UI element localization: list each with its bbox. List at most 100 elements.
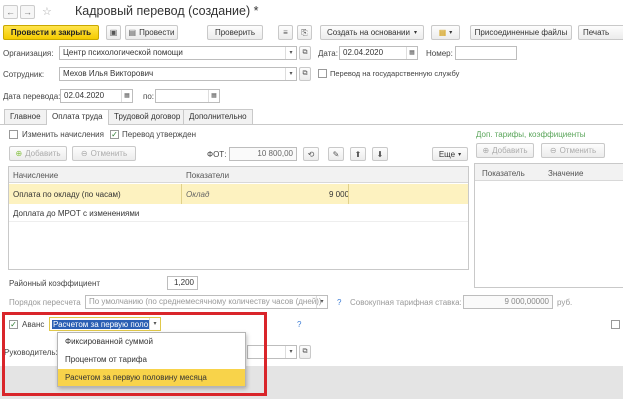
attached-files-button[interactable]: Присоединенные файлы xyxy=(470,25,572,40)
cancel-accrual-button[interactable]: ⊖ Отменить xyxy=(72,146,136,161)
post-button[interactable]: ▤ Провести xyxy=(125,25,178,40)
tab-employment-contract[interactable]: Трудовой договор xyxy=(108,109,187,124)
chevron-down-icon: ▾ xyxy=(449,30,453,36)
chevron-down-icon[interactable]: ▾ xyxy=(285,47,296,59)
cancel-label: Отменить xyxy=(90,149,128,158)
right-panel-title: Доп. тарифы, коэффициенты xyxy=(476,130,586,139)
org-value: Центр психологической помощи xyxy=(63,48,183,57)
transfer-approved-label: Перевод утвержден xyxy=(122,130,197,139)
employee-label: Сотрудник: xyxy=(3,70,45,79)
page-title: Кадровый перевод (создание) * xyxy=(75,4,259,18)
col-indicators-header: Показатели xyxy=(186,171,230,180)
tab-main[interactable]: Главное xyxy=(4,109,47,124)
table-header xyxy=(9,167,468,183)
fot-field: 10 800,00 xyxy=(229,147,297,161)
recalc-value: По умолчанию (по среднемесячному количес… xyxy=(89,297,322,306)
calendar-icon[interactable]: ▦ xyxy=(406,47,417,59)
print-button[interactable]: Печать xyxy=(578,25,623,40)
cancel-icon: ⊖ xyxy=(549,146,557,155)
back-button[interactable]: ← xyxy=(3,5,18,19)
check-button[interactable]: Проверить xyxy=(207,25,263,40)
employee-field[interactable]: Мехов Илья Викторович ▾ xyxy=(59,67,297,81)
col-indicator-header: Показатель xyxy=(482,169,525,178)
add-icon: ⊕ xyxy=(482,146,490,155)
date-value: 02.04.2020 xyxy=(343,48,384,57)
move-down-icon[interactable]: ⬇ xyxy=(372,147,388,161)
civil-service-label: Перевод на государственную службу xyxy=(330,69,460,78)
district-coef-field[interactable]: 1,200 xyxy=(167,276,198,290)
cancel-tariff-button[interactable]: ⊖ Отменить xyxy=(541,143,605,158)
row-1-value: 9 000 xyxy=(329,190,350,199)
create-based-label: Создать на основании xyxy=(326,28,410,37)
add-accrual-button[interactable]: ⊕ Добавить xyxy=(9,146,67,161)
chevron-down-icon[interactable]: ▾ xyxy=(285,68,296,80)
total-rate-label: Совокупная тарифная ставка: xyxy=(350,298,462,307)
create-document-button[interactable]: ▦ ▾ xyxy=(431,25,460,40)
to-date-field[interactable]: ▦ xyxy=(155,89,220,103)
date-field[interactable]: 02.04.2020 ▦ xyxy=(339,46,418,60)
cancel-icon: ⊖ xyxy=(80,149,88,158)
tariffs-table: Показатель Значение xyxy=(474,163,623,288)
create-based-on-button[interactable]: Создать на основании ▾ xyxy=(320,25,424,40)
help-icon[interactable]: ? xyxy=(337,298,341,307)
favorite-star-icon[interactable]: ☆ xyxy=(42,5,52,18)
number-label: Номер: xyxy=(426,49,453,58)
refresh-icon[interactable]: ⟲ xyxy=(303,147,319,161)
tab-payment[interactable]: Оплата труда xyxy=(46,109,109,125)
org-field[interactable]: Центр психологической помощи ▾ xyxy=(59,46,297,60)
date-label: Дата: xyxy=(318,49,338,58)
add-icon: ⊕ xyxy=(15,149,23,158)
open-icon[interactable]: ⧉ xyxy=(299,67,311,81)
cancel-tariff-label: Отменить xyxy=(559,146,597,155)
print-label: Печать xyxy=(583,28,610,37)
transfer-date-value: 02.04.2020 xyxy=(64,91,105,100)
column-divider xyxy=(181,184,182,204)
post-icon: ▤ xyxy=(128,28,137,37)
to-label: по: xyxy=(143,92,155,101)
help-icon[interactable]: ? xyxy=(297,320,301,329)
post-label: Провести xyxy=(139,28,175,37)
col-accrual-header: Начисление xyxy=(13,171,59,180)
total-rate-field: 9 000,00000 xyxy=(463,295,553,309)
chevron-down-icon[interactable]: ▾ xyxy=(285,346,296,358)
transfer-approved-checkbox[interactable]: ✓ xyxy=(110,130,119,139)
change-accruals-label: Изменить начисления xyxy=(22,130,104,139)
recalc-field[interactable]: По умолчанию (по среднемесячному количес… xyxy=(85,295,328,309)
save-icon[interactable]: ▣ xyxy=(106,25,121,40)
calendar-icon[interactable]: ▦ xyxy=(121,90,132,102)
attachment-icon[interactable]: ⎘ xyxy=(297,25,312,40)
document-icon: ▦ xyxy=(438,28,447,37)
org-label: Организация: xyxy=(3,49,54,58)
col-value-header: Значение xyxy=(548,169,584,178)
post-and-close-button[interactable]: Провести и закрыть xyxy=(3,25,99,40)
chevron-down-icon: ▾ xyxy=(458,151,462,158)
employee-value: Мехов Илья Викторович xyxy=(63,69,154,78)
right-checkbox[interactable] xyxy=(611,320,620,329)
transfer-date-field[interactable]: 02.04.2020 ▦ xyxy=(60,89,133,103)
tab-additional[interactable]: Дополнительно xyxy=(183,109,253,124)
district-coef-label: Районный коэффициент xyxy=(9,279,101,288)
accruals-table: Начисление Показатели Оплата по окладу (… xyxy=(8,166,469,270)
open-icon[interactable]: ⧉ xyxy=(299,46,311,60)
more-label: Еще xyxy=(438,149,456,159)
calendar-icon[interactable]: ▦ xyxy=(208,90,219,102)
currency-label: руб. xyxy=(557,298,573,307)
add-label: Добавить xyxy=(25,149,61,158)
column-divider xyxy=(348,184,349,204)
menu-icon[interactable]: ≡ xyxy=(278,25,293,40)
civil-service-checkbox[interactable] xyxy=(318,69,327,78)
move-up-icon[interactable]: ⬆ xyxy=(350,147,366,161)
chevron-down-icon[interactable]: ▾ xyxy=(316,296,327,308)
more-button[interactable]: Еще ▾ xyxy=(432,147,468,161)
add-tariff-label: Добавить xyxy=(492,146,528,155)
change-accruals-checkbox[interactable] xyxy=(9,130,18,139)
number-field[interactable] xyxy=(455,46,517,60)
recalc-label: Порядок пересчета xyxy=(9,298,81,307)
open-icon[interactable]: ⧉ xyxy=(299,345,311,359)
forward-button[interactable]: → xyxy=(20,5,35,19)
row-1-name: Оплата по окладу (по часам) xyxy=(13,190,121,199)
highlight-frame xyxy=(2,312,267,396)
add-tariff-button[interactable]: ⊕ Добавить xyxy=(476,143,534,158)
transfer-date-label: Дата перевода: xyxy=(3,92,61,101)
edit-icon[interactable]: ✎ xyxy=(328,147,344,161)
